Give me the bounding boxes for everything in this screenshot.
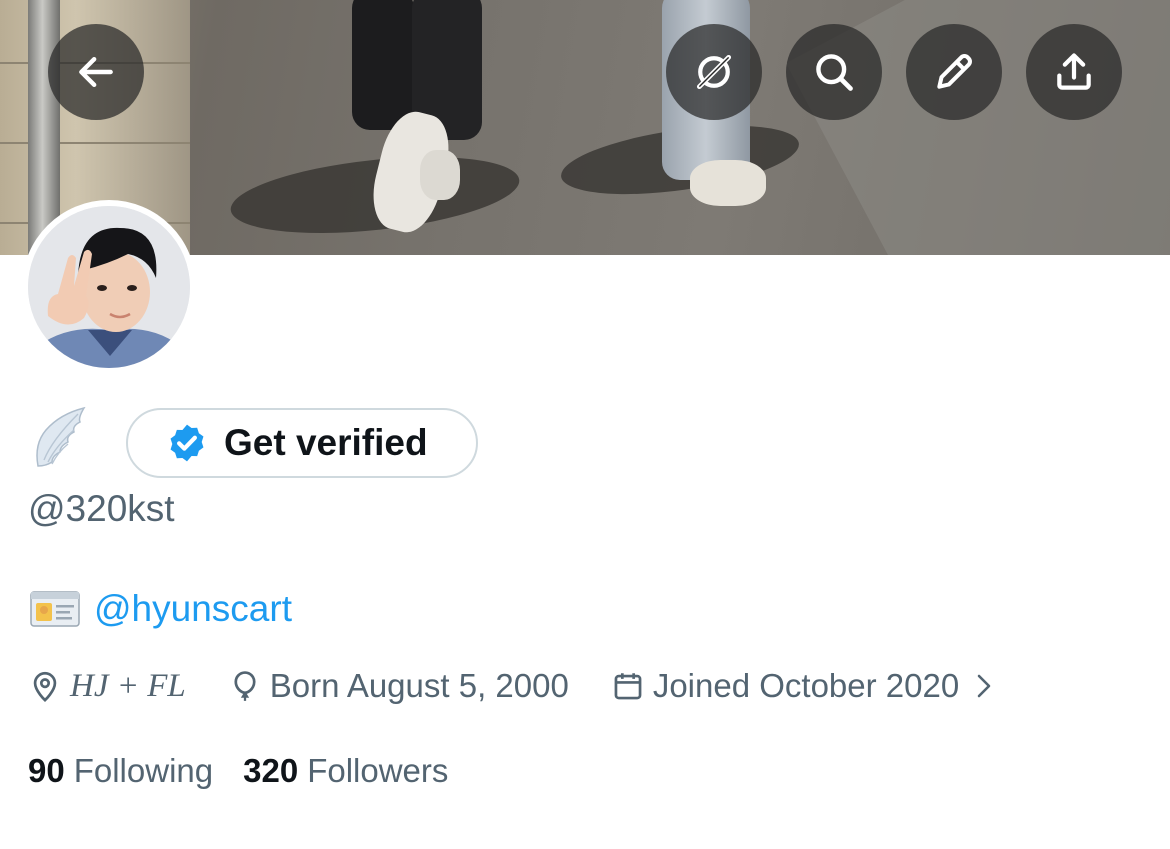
location-text: HJ + FL — [70, 667, 186, 704]
edit-button[interactable] — [906, 24, 1002, 120]
share-icon — [1057, 53, 1091, 90]
grok-button[interactable] — [666, 24, 762, 120]
get-verified-button[interactable]: Get verified — [126, 408, 478, 478]
chevron-right-icon — [977, 674, 991, 698]
avatar-photo — [28, 206, 190, 368]
birthday-item: Born August 5, 2000 — [228, 667, 569, 705]
profile-banner[interactable] — [0, 0, 1170, 255]
wing-emoji — [36, 406, 86, 467]
profile-handle: @320kst — [28, 488, 175, 529]
grok-icon — [696, 54, 732, 90]
joined-text: Joined October 2020 — [652, 667, 960, 704]
birthday-text: Born August 5, 2000 — [269, 667, 569, 704]
get-verified-label: Get verified — [224, 422, 428, 463]
location-item: HJ + FL — [28, 668, 186, 705]
calendar-icon — [614, 673, 642, 700]
avatar[interactable] — [22, 200, 196, 374]
following-label: Following — [73, 752, 214, 789]
location-pin-icon — [33, 671, 57, 703]
search-button[interactable] — [786, 24, 882, 120]
arrow-left-icon — [79, 56, 113, 88]
followers-link[interactable]: 320 Followers — [243, 752, 448, 790]
balloon-icon — [234, 671, 256, 701]
search-icon — [816, 54, 853, 91]
followers-count: 320 — [243, 752, 299, 789]
pencil-icon — [937, 54, 972, 89]
profile-bio: @hyunscart — [30, 588, 292, 630]
followers-label: Followers — [307, 752, 449, 789]
profile-stats: 90 Following 320 Followers — [28, 752, 448, 790]
bio-mention-link[interactable]: @hyunscart — [94, 588, 292, 630]
id-card-emoji — [30, 591, 80, 627]
share-button[interactable] — [1026, 24, 1122, 120]
back-button[interactable] — [48, 24, 144, 120]
joined-item[interactable]: Joined October 2020 — [611, 667, 1003, 705]
following-link[interactable]: 90 Following — [28, 752, 213, 790]
following-count: 90 — [28, 752, 65, 789]
banner-pillar — [28, 0, 60, 255]
verified-badge-icon — [170, 424, 204, 462]
profile-meta: HJ + FL Born August 5, 2000 Joined Octob… — [28, 664, 1003, 708]
